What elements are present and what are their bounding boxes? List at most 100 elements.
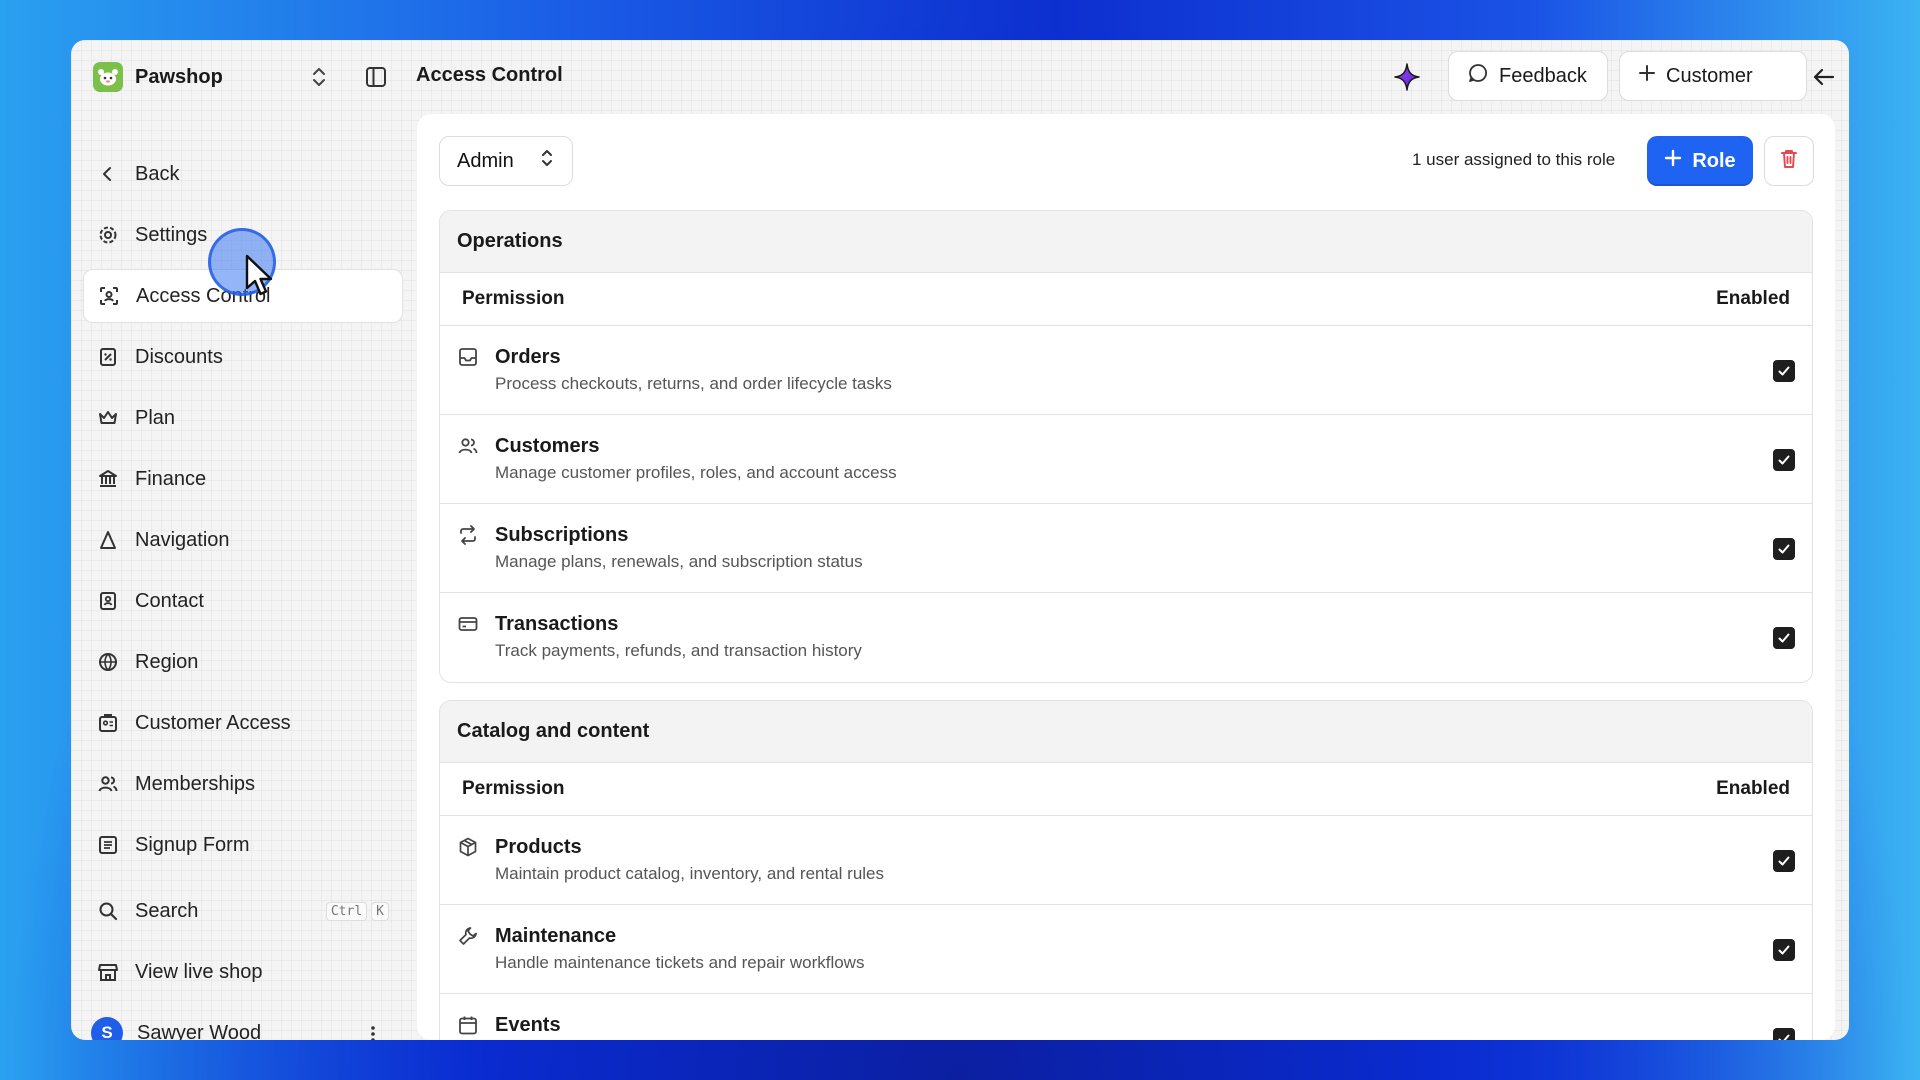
package-icon (457, 836, 479, 858)
contact-book-icon (97, 590, 119, 612)
shortcut-key: Ctrl (325, 901, 368, 921)
column-header-enabled: Enabled (1716, 288, 1790, 309)
permission-description: Manage customer profiles, roles, and acc… (495, 463, 897, 482)
search-button[interactable]: Search Ctrl K (83, 884, 403, 938)
role-select[interactable]: Admin (439, 136, 573, 186)
assigned-users-text: 1 user assigned to this role (1412, 150, 1616, 169)
add-role-button[interactable]: Role (1647, 136, 1753, 186)
permission-checkbox[interactable] (1773, 850, 1795, 872)
plus-icon (1638, 64, 1656, 88)
column-header-permission: Permission (462, 288, 565, 309)
sidebar-item-label: Navigation (135, 528, 230, 551)
sidebar-item-label: Discounts (135, 345, 223, 368)
users-icon (457, 435, 479, 457)
section-title: Operations (440, 211, 1812, 273)
sidebar-item-region[interactable]: Region (83, 635, 403, 689)
permission-checkbox[interactable] (1773, 360, 1795, 382)
sidebar-item-memberships[interactable]: Memberships (83, 757, 403, 811)
avatar: S (91, 1017, 123, 1040)
calendar-icon (457, 1014, 479, 1036)
sidebar-toggle-icon[interactable] (365, 66, 387, 88)
brand[interactable]: Pawshop (93, 62, 223, 92)
permission-title: Orders (495, 346, 561, 368)
globe-icon (97, 651, 119, 673)
search-shortcut: Ctrl K (325, 901, 389, 921)
sidebar-item-label: Region (135, 650, 199, 673)
permission-row: Transactions Track payments, refunds, an… (440, 593, 1812, 682)
crown-icon (97, 407, 119, 429)
sidebar-item-label: Finance (135, 467, 207, 490)
users-icon (97, 773, 119, 795)
scan-face-icon (98, 285, 120, 307)
permission-checkbox[interactable] (1773, 449, 1795, 471)
page-title: Access Control (416, 64, 563, 86)
chevron-left-icon (97, 163, 119, 185)
chevrons-up-down-icon[interactable] (307, 64, 331, 90)
customer-access-icon (97, 712, 119, 734)
sidebar-item-finance[interactable]: Finance (83, 452, 403, 506)
bank-icon (97, 468, 119, 490)
plus-icon (1664, 149, 1682, 173)
sparkle-icon[interactable] (1393, 62, 1421, 92)
wrench-icon (457, 925, 479, 947)
sidebar-item-label: Settings (135, 223, 208, 246)
column-header-row: Permission Enabled (440, 763, 1812, 816)
mouse-pointer-icon (244, 254, 278, 298)
inbox-icon (457, 346, 479, 368)
permission-row: Orders Process checkouts, returns, and o… (440, 326, 1812, 415)
permission-description: Manage plans, renewals, and subscription… (495, 552, 863, 571)
app-window: Pawshop Access Control Feedback Customer (71, 40, 1849, 1040)
sidebar-item-label: Back (135, 162, 180, 185)
message-circle-icon (1467, 62, 1489, 90)
gear-icon (97, 224, 119, 246)
sidebar-item-label: Memberships (135, 772, 256, 795)
sidebar-item-navigation[interactable]: Navigation (83, 513, 403, 567)
trash-icon (1779, 148, 1799, 175)
sidebar-item-customer-access[interactable]: Customer Access (83, 696, 403, 750)
sidebar-item-label: Plan (135, 406, 176, 429)
sidebar-item-label: Customer Access (135, 711, 291, 734)
permission-title: Subscriptions (495, 524, 629, 546)
column-header-enabled: Enabled (1716, 778, 1790, 799)
sidebar-item-discounts[interactable]: Discounts (83, 330, 403, 384)
add-role-label: Role (1692, 149, 1736, 172)
user-menu[interactable]: S Sawyer Wood (83, 1006, 403, 1040)
permission-row: Customers Manage customer profiles, role… (440, 415, 1812, 504)
top-bar: Pawshop Access Control Feedback Customer (71, 40, 1849, 114)
view-live-shop-link[interactable]: View live shop (83, 945, 403, 999)
sidebar-item-back[interactable]: Back (83, 147, 403, 201)
feedback-label: Feedback (1499, 64, 1587, 87)
sidebar-item-signup-form[interactable]: Signup Form (83, 818, 403, 872)
delete-role-button[interactable] (1764, 136, 1814, 186)
permission-row: Subscriptions Manage plans, renewals, an… (440, 504, 1812, 593)
view-live-shop-label: View live shop (135, 960, 263, 983)
permission-title: Customers (495, 435, 600, 457)
permission-row: Maintenance Handle maintenance tickets a… (440, 905, 1812, 994)
add-customer-button[interactable]: Customer (1619, 51, 1807, 101)
permission-description: Maintain product catalog, inventory, and… (495, 864, 885, 883)
permission-section-operations: Operations Permission Enabled Orders Pro… (439, 210, 1813, 683)
chevrons-up-down-icon (540, 148, 554, 174)
discount-icon (97, 346, 119, 368)
permission-section-catalog: Catalog and content Permission Enabled P… (439, 700, 1813, 1040)
storefront-icon (97, 961, 119, 983)
user-name: Sawyer Wood (137, 1021, 262, 1041)
permission-title: Maintenance (495, 925, 617, 947)
permission-row: Products Maintain product catalog, inven… (440, 816, 1812, 905)
permission-checkbox[interactable] (1773, 538, 1795, 560)
feedback-button[interactable]: Feedback (1448, 51, 1608, 101)
section-title: Catalog and content (440, 701, 1812, 763)
more-vertical-icon[interactable] (363, 1024, 383, 1040)
navigation-icon (97, 529, 119, 551)
permission-checkbox[interactable] (1773, 939, 1795, 961)
arrow-left-icon[interactable] (1809, 62, 1839, 92)
permission-checkbox[interactable] (1773, 627, 1795, 649)
main-panel: Admin 1 user assigned to this role Role … (417, 114, 1835, 1040)
sidebar-item-plan[interactable]: Plan (83, 391, 403, 445)
permission-description: Process checkouts, returns, and order li… (495, 374, 892, 393)
sidebar-item-contact[interactable]: Contact (83, 574, 403, 628)
permission-checkbox[interactable] (1773, 1028, 1795, 1040)
sidebar-item-label: Signup Form (135, 833, 250, 856)
search-icon (97, 900, 119, 922)
sidebar-item-label: Contact (135, 589, 204, 612)
